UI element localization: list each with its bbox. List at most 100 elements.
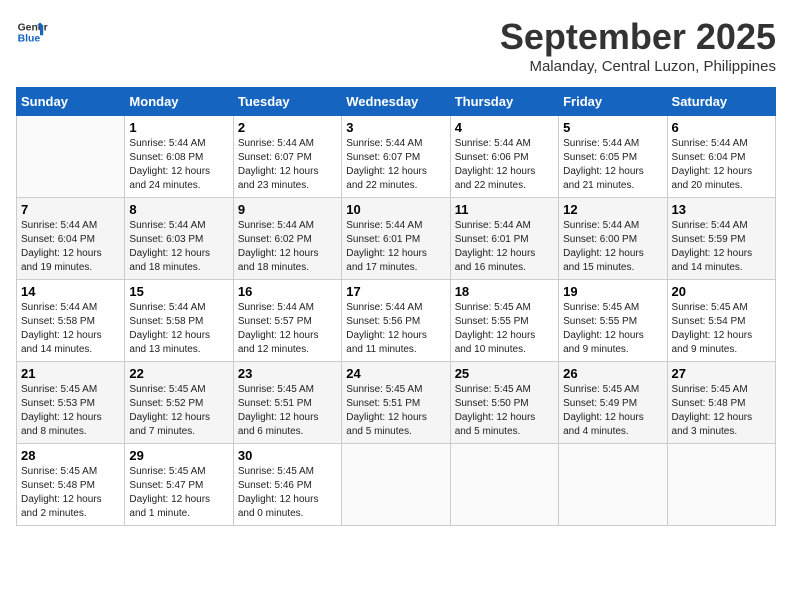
day-info: Sunrise: 5:45 AMSunset: 5:48 PMDaylight:…: [672, 383, 771, 439]
day-info: Sunrise: 5:44 AMSunset: 6:07 PMDaylight:…: [346, 137, 445, 193]
title-block: September 2025 Malanday, Central Luzon, …: [500, 16, 776, 75]
day-number: 9: [238, 202, 337, 217]
calendar-cell: 8 Sunrise: 5:44 AMSunset: 6:03 PMDaylight…: [125, 198, 233, 280]
day-number: 18: [455, 284, 554, 299]
day-number: 15: [129, 284, 228, 299]
day-info: Sunrise: 5:44 AMSunset: 6:04 PMDaylight:…: [672, 137, 771, 193]
day-info: Sunrise: 5:45 AMSunset: 5:53 PMDaylight:…: [21, 383, 120, 439]
calendar-cell: 18 Sunrise: 5:45 AMSunset: 5:55 PMDayligh…: [450, 280, 558, 362]
day-number: 17: [346, 284, 445, 299]
day-info: Sunrise: 5:44 AMSunset: 5:59 PMDaylight:…: [672, 219, 771, 275]
day-number: 21: [21, 366, 120, 381]
day-number: 13: [672, 202, 771, 217]
calendar-cell: [559, 444, 667, 526]
calendar-cell: 23 Sunrise: 5:45 AMSunset: 5:51 PMDayligh…: [233, 362, 341, 444]
day-info: Sunrise: 5:44 AMSunset: 5:56 PMDaylight:…: [346, 301, 445, 357]
day-info: Sunrise: 5:45 AMSunset: 5:49 PMDaylight:…: [563, 383, 662, 439]
day-header-sunday: Sunday: [17, 88, 125, 116]
calendar-table: SundayMondayTuesdayWednesdayThursdayFrid…: [16, 87, 776, 526]
day-info: Sunrise: 5:45 AMSunset: 5:47 PMDaylight:…: [129, 465, 228, 521]
day-number: 2: [238, 120, 337, 135]
day-number: 8: [129, 202, 228, 217]
day-info: Sunrise: 5:44 AMSunset: 6:02 PMDaylight:…: [238, 219, 337, 275]
day-number: 10: [346, 202, 445, 217]
day-info: Sunrise: 5:44 AMSunset: 6:05 PMDaylight:…: [563, 137, 662, 193]
calendar-cell: 2 Sunrise: 5:44 AMSunset: 6:07 PMDaylight…: [233, 116, 341, 198]
day-number: 1: [129, 120, 228, 135]
day-number: 12: [563, 202, 662, 217]
logo: General Blue: [16, 16, 48, 48]
calendar-cell: 9 Sunrise: 5:44 AMSunset: 6:02 PMDaylight…: [233, 198, 341, 280]
day-info: Sunrise: 5:44 AMSunset: 6:01 PMDaylight:…: [346, 219, 445, 275]
day-number: 29: [129, 448, 228, 463]
calendar-cell: 16 Sunrise: 5:44 AMSunset: 5:57 PMDayligh…: [233, 280, 341, 362]
calendar-cell: 14Sunrise: 5:44 AMSunset: 5:58 PMDayligh…: [17, 280, 125, 362]
calendar-cell: 24Sunrise: 5:45 AMSunset: 5:51 PMDayligh…: [342, 362, 450, 444]
day-number: 30: [238, 448, 337, 463]
day-number: 26: [563, 366, 662, 381]
day-info: Sunrise: 5:44 AMSunset: 5:58 PMDaylight:…: [129, 301, 228, 357]
day-number: 20: [672, 284, 771, 299]
day-info: Sunrise: 5:44 AMSunset: 6:03 PMDaylight:…: [129, 219, 228, 275]
calendar-cell: 5 Sunrise: 5:44 AMSunset: 6:05 PMDaylight…: [559, 116, 667, 198]
calendar-cell: 21 Sunrise: 5:45 AMSunset: 5:53 PMDayligh…: [17, 362, 125, 444]
day-header-tuesday: Tuesday: [233, 88, 341, 116]
day-number: 24: [346, 366, 445, 381]
day-number: 22: [129, 366, 228, 381]
day-info: Sunrise: 5:44 AMSunset: 6:07 PMDaylight:…: [238, 137, 337, 193]
day-header-friday: Friday: [559, 88, 667, 116]
calendar-cell: 6 Sunrise: 5:44 AMSunset: 6:04 PMDaylight…: [667, 116, 775, 198]
day-info: Sunrise: 5:44 AMSunset: 5:58 PMDaylight:…: [21, 301, 120, 357]
day-number: 23: [238, 366, 337, 381]
day-number: 27: [672, 366, 771, 381]
day-info: Sunrise: 5:44 AMSunset: 5:57 PMDaylight:…: [238, 301, 337, 357]
day-info: Sunrise: 5:44 AMSunset: 6:06 PMDaylight:…: [455, 137, 554, 193]
day-number: 6: [672, 120, 771, 135]
day-info: Sunrise: 5:44 AMSunset: 6:08 PMDaylight:…: [129, 137, 228, 193]
day-info: Sunrise: 5:45 AMSunset: 5:55 PMDaylight:…: [563, 301, 662, 357]
calendar-header-row: SundayMondayTuesdayWednesdayThursdayFrid…: [17, 88, 776, 116]
calendar-cell: [342, 444, 450, 526]
calendar-cell: 19 Sunrise: 5:45 AMSunset: 5:55 PMDayligh…: [559, 280, 667, 362]
calendar-cell: 11 Sunrise: 5:44 AMSunset: 6:01 PMDayligh…: [450, 198, 558, 280]
day-info: Sunrise: 5:45 AMSunset: 5:55 PMDaylight:…: [455, 301, 554, 357]
day-number: 5: [563, 120, 662, 135]
day-number: 11: [455, 202, 554, 217]
day-header-wednesday: Wednesday: [342, 88, 450, 116]
day-info: Sunrise: 5:44 AMSunset: 6:00 PMDaylight:…: [563, 219, 662, 275]
calendar-cell: [450, 444, 558, 526]
calendar-week-row: 28 Sunrise: 5:45 AMSunset: 5:48 PMDayligh…: [17, 444, 776, 526]
day-header-saturday: Saturday: [667, 88, 775, 116]
calendar-week-row: 21 Sunrise: 5:45 AMSunset: 5:53 PMDayligh…: [17, 362, 776, 444]
calendar-cell: [17, 116, 125, 198]
day-info: Sunrise: 5:45 AMSunset: 5:52 PMDaylight:…: [129, 383, 228, 439]
day-info: Sunrise: 5:45 AMSunset: 5:48 PMDaylight:…: [21, 465, 120, 521]
calendar-cell: 15 Sunrise: 5:44 AMSunset: 5:58 PMDayligh…: [125, 280, 233, 362]
day-number: 16: [238, 284, 337, 299]
calendar-cell: 12 Sunrise: 5:44 AMSunset: 6:00 PMDayligh…: [559, 198, 667, 280]
day-number: 7: [21, 202, 120, 217]
day-info: Sunrise: 5:44 AMSunset: 6:01 PMDaylight:…: [455, 219, 554, 275]
day-info: Sunrise: 5:45 AMSunset: 5:51 PMDaylight:…: [238, 383, 337, 439]
svg-text:General: General: [18, 22, 48, 33]
calendar-cell: 27 Sunrise: 5:45 AMSunset: 5:48 PMDayligh…: [667, 362, 775, 444]
location-subtitle: Malanday, Central Luzon, Philippines: [500, 58, 776, 75]
calendar-cell: 7Sunrise: 5:44 AMSunset: 6:04 PMDaylight…: [17, 198, 125, 280]
calendar-cell: 3 Sunrise: 5:44 AMSunset: 6:07 PMDaylight…: [342, 116, 450, 198]
calendar-cell: 1 Sunrise: 5:44 AMSunset: 6:08 PMDaylight…: [125, 116, 233, 198]
day-number: 28: [21, 448, 120, 463]
day-number: 3: [346, 120, 445, 135]
calendar-cell: 30Sunrise: 5:45 AMSunset: 5:46 PMDayligh…: [233, 444, 341, 526]
day-number: 25: [455, 366, 554, 381]
day-header-thursday: Thursday: [450, 88, 558, 116]
page-header: General Blue September 2025 Malanday, Ce…: [16, 16, 776, 75]
svg-text:Blue: Blue: [18, 34, 41, 45]
month-year-title: September 2025: [500, 16, 776, 58]
day-number: 4: [455, 120, 554, 135]
calendar-week-row: 1 Sunrise: 5:44 AMSunset: 6:08 PMDaylight…: [17, 116, 776, 198]
day-info: Sunrise: 5:45 AMSunset: 5:50 PMDaylight:…: [455, 383, 554, 439]
day-number: 19: [563, 284, 662, 299]
day-header-monday: Monday: [125, 88, 233, 116]
calendar-week-row: 7Sunrise: 5:44 AMSunset: 6:04 PMDaylight…: [17, 198, 776, 280]
calendar-cell: 13 Sunrise: 5:44 AMSunset: 5:59 PMDayligh…: [667, 198, 775, 280]
